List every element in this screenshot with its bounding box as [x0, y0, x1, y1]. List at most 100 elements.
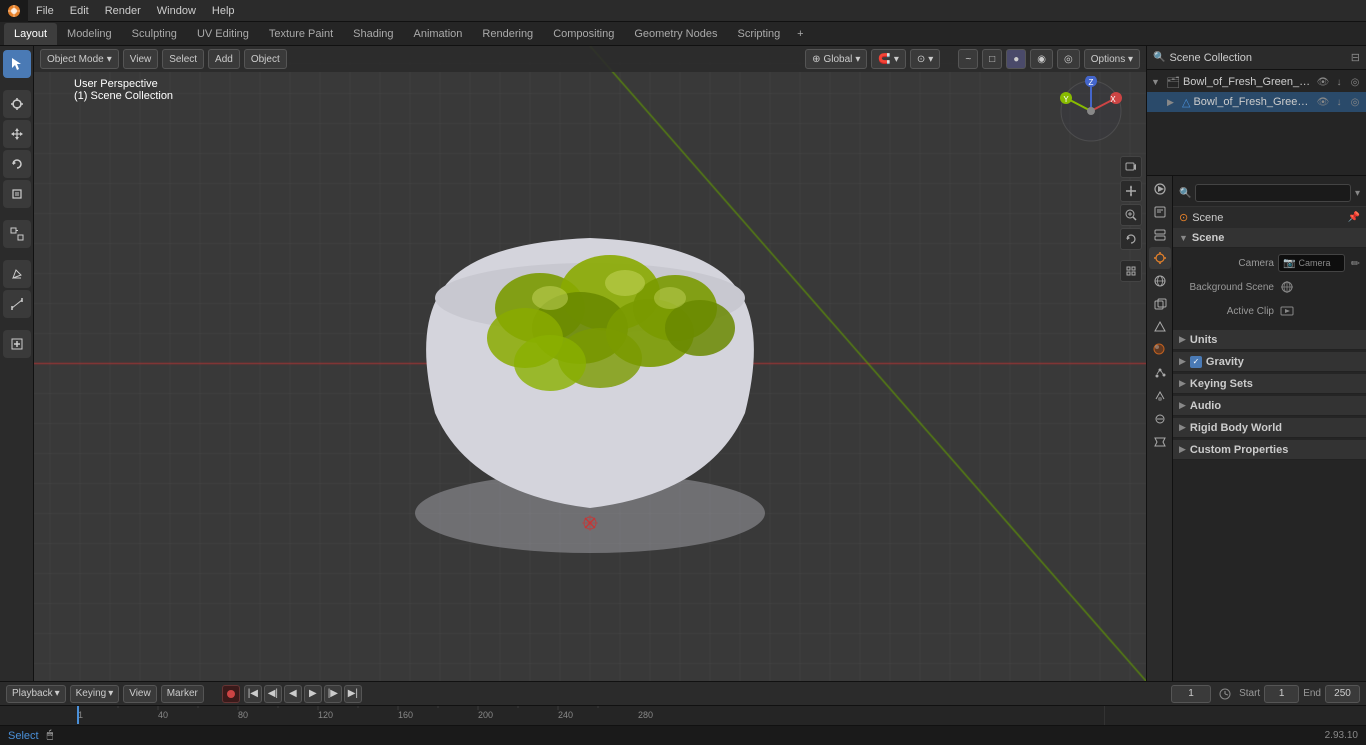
options-button[interactable]: Options ▾ [1084, 49, 1140, 69]
record-button[interactable] [222, 685, 240, 703]
mesh-tab[interactable] [1149, 316, 1171, 338]
frame-selected-btn[interactable] [1120, 260, 1142, 282]
current-frame-input[interactable] [1171, 685, 1211, 703]
rotate-tool[interactable] [3, 150, 31, 178]
shading-render[interactable]: ◎ [1057, 49, 1080, 69]
modifiers-tab[interactable] [1149, 431, 1171, 453]
jump-start-btn[interactable]: |◀ [244, 685, 262, 703]
select-tool[interactable] [3, 50, 31, 78]
output-properties-tab[interactable] [1149, 201, 1171, 223]
menu-file[interactable]: File [28, 0, 62, 22]
menu-window[interactable]: Window [149, 0, 204, 22]
audio-header[interactable]: ▶ Audio [1173, 396, 1366, 416]
menu-help[interactable]: Help [204, 0, 243, 22]
camera-edit-icon[interactable]: ✏ [1351, 257, 1360, 270]
object-tab[interactable] [1149, 293, 1171, 315]
outliner-item-scene-collection[interactable]: ▼ 🗂 Bowl_of_Fresh_Green_Olives 👁 ↓ ◎ [1147, 72, 1366, 92]
add-menu[interactable]: Add [208, 49, 240, 69]
navigation-gizmo[interactable]: X Y Z [1056, 76, 1126, 146]
outliner-item-bowl[interactable]: ▶ △ Bowl_of_Fresh_Green_Ol 👁 ↓ ◎ [1147, 92, 1366, 112]
prev-keyframe-btn[interactable]: ◀| [264, 685, 282, 703]
play-back-btn[interactable]: ◀ [284, 685, 302, 703]
scene-pin-icon[interactable]: 📌 [1348, 212, 1360, 223]
marker-menu[interactable]: Marker [161, 685, 204, 703]
menu-render[interactable]: Render [97, 0, 149, 22]
tab-sculpting[interactable]: Sculpting [122, 23, 187, 45]
object-menu[interactable]: Object [244, 49, 287, 69]
play-btn[interactable]: ▶ [304, 685, 322, 703]
visibility-icon-2[interactable]: 👁 [1316, 95, 1330, 109]
background-scene-icon[interactable] [1278, 280, 1296, 294]
tab-rendering[interactable]: Rendering [472, 23, 543, 45]
annotate-tool[interactable] [3, 260, 31, 288]
proportional-edit[interactable]: ⊙ ▾ [910, 49, 940, 69]
timeline-track[interactable]: 1 40 80 120 160 200 240 280 [76, 708, 1104, 724]
tab-animation[interactable]: Animation [404, 23, 473, 45]
zoom-btn[interactable] [1120, 204, 1142, 226]
move-tool[interactable] [3, 120, 31, 148]
camera-view-btn[interactable] [1120, 156, 1142, 178]
cursor-tool[interactable] [3, 90, 31, 118]
menu-edit[interactable]: Edit [62, 0, 97, 22]
material-tab[interactable] [1149, 339, 1171, 361]
world-tab[interactable] [1149, 270, 1171, 292]
next-keyframe-btn[interactable]: |▶ [324, 685, 342, 703]
timeline-ruler[interactable]: 1 40 80 120 160 200 240 280 [0, 705, 1366, 725]
select-menu[interactable]: Select [162, 49, 204, 69]
transform-tool[interactable] [3, 220, 31, 248]
end-frame-input[interactable] [1325, 685, 1360, 703]
camera-field[interactable]: 📷 Camera [1278, 254, 1345, 272]
tab-layout[interactable]: Layout [4, 23, 57, 45]
object-mode-selector[interactable]: Object Mode ▾ [40, 49, 119, 69]
tab-scripting[interactable]: Scripting [727, 23, 790, 45]
filter-icon[interactable]: ⊟ [1351, 51, 1360, 64]
keying-sets-header[interactable]: ▶ Keying Sets [1173, 374, 1366, 394]
gravity-header[interactable]: ▶ ✓ Gravity [1173, 352, 1366, 372]
shading-wire[interactable]: □ [982, 49, 1002, 69]
scale-tool[interactable] [3, 180, 31, 208]
rotate-view-btn[interactable] [1120, 228, 1142, 250]
particles-tab[interactable] [1149, 362, 1171, 384]
render-icon-2[interactable]: ◎ [1348, 95, 1362, 109]
scene-section-header[interactable]: ▼ Scene [1173, 228, 1366, 248]
tab-modeling[interactable]: Modeling [57, 23, 122, 45]
scene-properties-tab[interactable] [1149, 247, 1171, 269]
view-menu[interactable]: View [123, 49, 159, 69]
shading-material[interactable]: ◉ [1030, 49, 1053, 69]
physics-tab[interactable] [1149, 385, 1171, 407]
overlay-toggle[interactable]: ~ [958, 49, 978, 69]
jump-end-btn[interactable]: ▶| [344, 685, 362, 703]
viewport-3d[interactable]: Object Mode ▾ View Select Add Object ⊕ G… [34, 46, 1146, 681]
playback-menu[interactable]: Playback ▾ [6, 685, 66, 703]
tab-texture-paint[interactable]: Texture Paint [259, 23, 343, 45]
add-object-tool[interactable] [3, 330, 31, 358]
gravity-checkbox[interactable]: ✓ [1190, 356, 1202, 368]
measure-tool[interactable] [3, 290, 31, 318]
snap-toggle[interactable]: 🧲 ▾ [871, 49, 905, 69]
tab-uv-editing[interactable]: UV Editing [187, 23, 259, 45]
tab-shading[interactable]: Shading [343, 23, 403, 45]
units-header[interactable]: ▶ Units [1173, 330, 1366, 350]
render-icon[interactable]: ◎ [1348, 75, 1362, 89]
tab-geometry-nodes[interactable]: Geometry Nodes [624, 23, 727, 45]
properties-search-input[interactable] [1195, 184, 1351, 202]
render-properties-tab[interactable] [1149, 178, 1171, 200]
constraints-tab[interactable] [1149, 408, 1171, 430]
visibility-icon[interactable]: 👁 [1316, 75, 1330, 89]
active-clip-icon[interactable] [1278, 304, 1296, 318]
view-menu-tl[interactable]: View [123, 685, 157, 703]
custom-props-header[interactable]: ▶ Custom Properties [1173, 440, 1366, 460]
tab-compositing[interactable]: Compositing [543, 23, 624, 45]
add-workspace-button[interactable]: + [790, 24, 810, 44]
start-frame-input[interactable] [1264, 685, 1299, 703]
keying-menu[interactable]: Keying ▾ [70, 685, 120, 703]
select-icon-2[interactable]: ↓ [1332, 95, 1346, 109]
clock-icon[interactable] [1215, 685, 1235, 703]
shading-solid[interactable]: ● [1006, 49, 1026, 69]
transform-space-selector[interactable]: ⊕ Global ▾ [805, 49, 867, 69]
select-icon[interactable]: ↓ [1332, 75, 1346, 89]
props-filter-icon[interactable]: ▾ [1355, 188, 1360, 199]
rigid-body-header[interactable]: ▶ Rigid Body World [1173, 418, 1366, 438]
pan-view-btn[interactable] [1120, 180, 1142, 202]
view-layer-tab[interactable] [1149, 224, 1171, 246]
